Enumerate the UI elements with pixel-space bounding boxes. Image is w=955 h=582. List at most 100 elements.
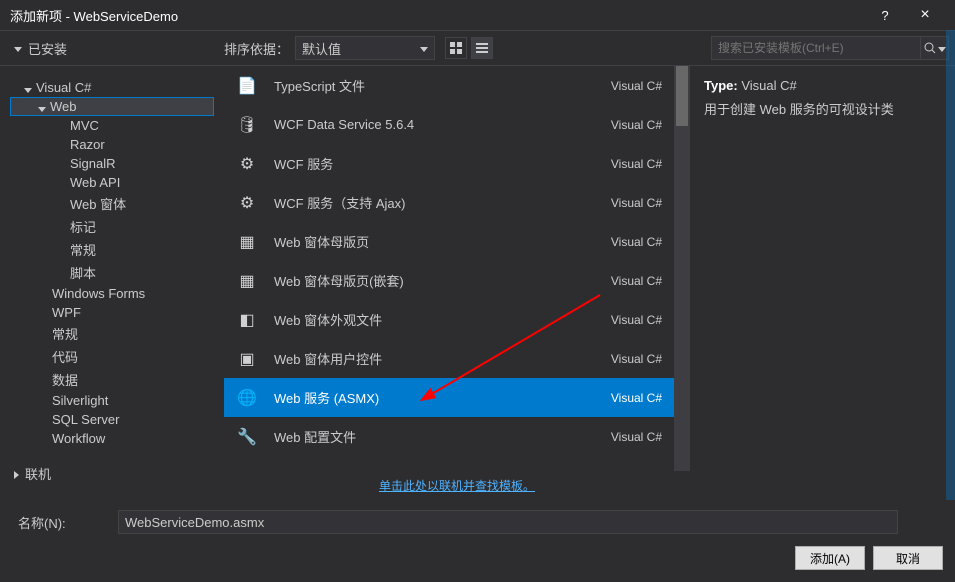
template-lang: Visual C#: [611, 118, 662, 132]
grid-icon: [450, 42, 462, 54]
name-input[interactable]: [118, 510, 898, 534]
template-lang: Visual C#: [611, 313, 662, 327]
main: Visual C# Web MVCRazorSignalRWeb APIWeb …: [0, 66, 955, 500]
search-icon: [924, 42, 936, 54]
template-row[interactable]: 📄 TypeScript 文件Visual C#: [224, 66, 690, 105]
chevron-down-icon: [38, 107, 46, 112]
template-row[interactable]: ⚙ WCF 服务Visual C#: [224, 144, 690, 183]
online-link-text[interactable]: 单击此处以联机并查找模板。: [379, 479, 535, 493]
tree-item-child[interactable]: 代码: [10, 345, 214, 368]
template-row[interactable]: 🌐Web 服务 (ASMX)Visual C#: [224, 378, 690, 417]
template-row[interactable]: 🛢 WCF Data Service 5.6.4Visual C#: [224, 105, 690, 144]
title-bar: 添加新项 - WebServiceDemo ? ×: [0, 0, 955, 30]
tree-item-child[interactable]: 常规: [10, 322, 214, 345]
tree-label: 联机: [25, 467, 51, 482]
template-row[interactable]: ▣Web 窗体用户控件Visual C#: [224, 339, 690, 378]
tree-item-child[interactable]: SignalR: [10, 154, 214, 173]
tree-item-child[interactable]: 脚本: [10, 261, 214, 284]
template-row[interactable]: ▦ Web 窗体母版页(嵌套)Visual C#: [224, 261, 690, 300]
template-name: WCF Data Service 5.6.4: [274, 117, 611, 132]
sort-label: 排序依据：: [224, 39, 289, 58]
template-name: WCF 服务: [274, 154, 611, 173]
tree-label: Web: [50, 99, 77, 114]
scrollbar-thumb[interactable]: [676, 66, 688, 126]
type-description: 用于创建 Web 服务的可视设计类: [704, 99, 941, 118]
tree-item-child[interactable]: SQL Server: [10, 410, 214, 429]
template-lang: Visual C#: [611, 430, 662, 444]
tree-label: Visual C#: [36, 80, 91, 95]
footer: 名称(N): 添加(A) 取消: [0, 500, 955, 582]
dialog-buttons: 添加(A) 取消: [795, 546, 943, 570]
type-label: Type:: [704, 78, 738, 93]
view-grid-button[interactable]: [445, 37, 467, 59]
tree-item-child[interactable]: 数据: [10, 368, 214, 391]
template-name: Web 窗体外观文件: [274, 310, 611, 329]
template-lang: Visual C#: [611, 235, 662, 249]
tree-item-online[interactable]: 联机: [10, 462, 214, 485]
tree-item-child[interactable]: Windows Forms: [10, 284, 214, 303]
type-line: Type: Visual C#: [704, 78, 941, 93]
skin-icon: ◧: [234, 307, 260, 333]
chevron-down-icon: [938, 47, 946, 52]
tree-item-child[interactable]: 常规: [10, 238, 214, 261]
type-value: Visual C#: [741, 78, 796, 93]
template-name: Web 窗体母版页(嵌套): [274, 271, 611, 290]
db-icon: 🛢: [234, 112, 260, 138]
tree-item-child[interactable]: 标记: [10, 215, 214, 238]
gear-icon: ⚙: [234, 151, 260, 177]
view-list-button[interactable]: [471, 37, 493, 59]
template-lang: Visual C#: [611, 196, 662, 210]
online-search-link[interactable]: 单击此处以联机并查找模板。: [224, 471, 690, 500]
tree-item-child[interactable]: Silverlight: [10, 391, 214, 410]
tree-item-child[interactable]: WPF: [10, 303, 214, 322]
template-panel: 📄TypeScript 文件Visual C#🛢WCF Data Service…: [224, 66, 690, 500]
sort-value: 默认值: [302, 39, 341, 58]
template-list[interactable]: 📄TypeScript 文件Visual C#🛢WCF Data Service…: [224, 66, 690, 471]
master-icon: ▦: [234, 229, 260, 255]
search-input[interactable]: [711, 36, 921, 60]
wrench-icon: 🔧: [234, 424, 260, 450]
template-name: Web 配置文件: [274, 427, 611, 446]
toolbar: 已安装 排序依据： 默认值: [0, 30, 955, 66]
template-row[interactable]: ▦ Web 窗体母版页Visual C#: [224, 222, 690, 261]
add-button[interactable]: 添加(A): [795, 546, 865, 570]
template-lang: Visual C#: [611, 157, 662, 171]
installed-header[interactable]: 已安装: [0, 39, 224, 58]
master-icon: ▦: [234, 268, 260, 294]
tree-item-web[interactable]: Web: [10, 97, 214, 116]
template-row[interactable]: ◧ Web 窗体外观文件Visual C#: [224, 300, 690, 339]
chevron-down-icon: [24, 88, 32, 93]
cancel-button[interactable]: 取消: [873, 546, 943, 570]
tree-item-child[interactable]: Web API: [10, 173, 214, 192]
tree-item-child[interactable]: MVC: [10, 116, 214, 135]
scrollbar[interactable]: [674, 66, 690, 471]
installed-label: 已安装: [28, 39, 67, 58]
view-toggle: [445, 37, 493, 59]
template-name: Web 窗体母版页: [274, 232, 611, 251]
gear-icon: ⚙: [234, 190, 260, 216]
usercontrol-icon: ▣: [234, 346, 260, 372]
search-group: [711, 36, 949, 60]
file-icon: 📄: [234, 73, 260, 99]
template-name: TypeScript 文件: [274, 76, 611, 95]
template-lang: Visual C#: [611, 79, 662, 93]
template-row[interactable]: ⚙WCF 服务（支持 Ajax)Visual C#: [224, 183, 690, 222]
template-lang: Visual C#: [611, 391, 662, 405]
template-row[interactable]: 🔧 Web 配置文件Visual C#: [224, 417, 690, 456]
help-button[interactable]: ?: [865, 8, 905, 23]
search-button[interactable]: [921, 36, 949, 60]
tree-item-visual-csharp[interactable]: Visual C#: [10, 78, 214, 97]
sort-dropdown[interactable]: 默认值: [295, 36, 435, 60]
chevron-down-icon: [420, 47, 428, 52]
background-edge: [946, 30, 955, 500]
details-panel: Type: Visual C# 用于创建 Web 服务的可视设计类: [690, 66, 955, 500]
template-name: Web 服务 (ASMX): [274, 388, 611, 407]
close-button[interactable]: ×: [905, 6, 945, 24]
template-lang: Visual C#: [611, 274, 662, 288]
tree-item-child[interactable]: Web 窗体: [10, 192, 214, 215]
tree-item-child[interactable]: Razor: [10, 135, 214, 154]
tree-item-child[interactable]: Workflow: [10, 429, 214, 448]
template-lang: Visual C#: [611, 352, 662, 366]
window-title: 添加新项 - WebServiceDemo: [10, 6, 865, 25]
sort-group: 排序依据： 默认值: [224, 36, 435, 60]
